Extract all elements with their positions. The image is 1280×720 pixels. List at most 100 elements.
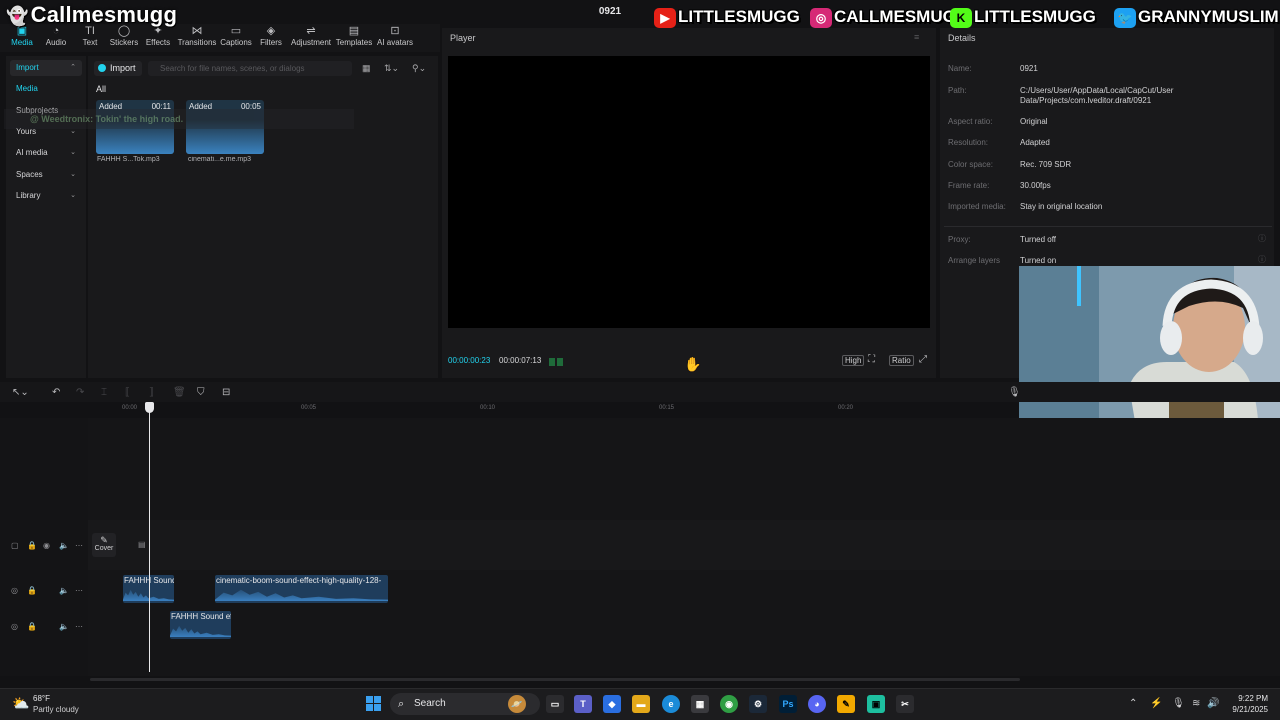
main-video-track[interactable] [88, 520, 1280, 570]
microphone-icon[interactable]: 🎙 [1008, 387, 1021, 398]
player-viewport[interactable] [448, 56, 930, 328]
cover-button[interactable]: ✎ Cover [92, 533, 116, 557]
weather-temperature[interactable]: 68°F [33, 694, 50, 703]
audio-clip[interactable]: cinematic-boom-sound-effect-high-quality… [215, 575, 388, 603]
track-visibility-icon[interactable]: ▢ [11, 541, 19, 550]
weather-description[interactable]: Partly cloudy [33, 705, 79, 714]
info-icon[interactable]: ⓘ [1258, 254, 1266, 265]
app-icon[interactable]: ▣ [867, 695, 885, 713]
detail-key: Arrange layers [948, 256, 1001, 265]
more-icon[interactable]: ⋯ [75, 586, 83, 595]
undo-icon[interactable]: ↶ [52, 387, 60, 398]
capcut-icon[interactable]: ✂ [896, 695, 914, 713]
wifi-icon[interactable]: ≋ [1192, 698, 1200, 709]
instagram-icon: ◎ [810, 7, 832, 28]
audio-meter [549, 358, 565, 366]
file-explorer-icon[interactable]: ▬ [632, 695, 650, 713]
import-button[interactable]: Import [94, 61, 142, 76]
project-title: 0921 [598, 6, 622, 17]
microphone-icon[interactable]: 🎙 [1172, 698, 1185, 709]
chevron-down-icon: ⌄ [70, 149, 76, 156]
detail-key: Path: [948, 86, 967, 95]
playhead-handle[interactable] [145, 402, 154, 413]
delete-icon[interactable]: 🗑 [173, 387, 186, 398]
detail-key: Aspect ratio: [948, 117, 993, 126]
timeline-scrollbar[interactable] [90, 678, 1020, 681]
lock-icon[interactable]: 🔒 [27, 622, 37, 631]
clip-label: FAHHH Sound ef [171, 612, 231, 621]
steam-icon[interactable]: ⚙ [749, 695, 767, 713]
media-search-input[interactable] [148, 61, 352, 76]
playhead[interactable] [149, 404, 150, 672]
ruler-tick: 00:05 [301, 405, 317, 411]
audio-clip[interactable]: FAHHH Sound ef [170, 611, 231, 639]
teams-icon[interactable]: T [574, 695, 592, 713]
snapchat-icon: 👻 [6, 6, 29, 26]
volume-icon[interactable]: 🔊 [1207, 698, 1219, 709]
clock-date[interactable]: 9/21/2025 [1224, 705, 1268, 714]
tool-ai-avatars[interactable]: ⊡ AI avatars [374, 24, 416, 52]
tool-transitions[interactable]: ⋈ Transitions [176, 24, 218, 52]
tool-adjustment[interactable]: ⇌ Adjustment [290, 24, 332, 52]
saturn-icon: 🪐 [508, 695, 526, 713]
sidebar-item-spaces[interactable]: Spaces ⌄ [10, 167, 82, 183]
split-right-icon[interactable]: ⟧ [149, 387, 154, 398]
chrome-icon[interactable]: ◉ [720, 695, 738, 713]
sidebar-item-media[interactable]: Media [10, 81, 82, 97]
task-view-icon[interactable]: ▭ [546, 695, 564, 713]
eye-icon[interactable]: ◉ [43, 541, 50, 550]
captions-pro-icon[interactable]: ⊟ [222, 387, 230, 398]
sidebar-item-ai-media[interactable]: AI media ⌄ [10, 145, 82, 161]
more-icon[interactable]: ⋯ [75, 541, 83, 550]
menu-icon[interactable]: ≡ [914, 32, 919, 42]
waveform [215, 589, 388, 601]
split-left-icon[interactable]: ⟦ [125, 387, 130, 398]
zoom-fit-icon[interactable]: ⛶ [868, 354, 875, 365]
grid-view-icon[interactable]: ▦ [362, 61, 371, 76]
photoshop-icon[interactable]: Ps [779, 695, 797, 713]
player-title: Player [450, 33, 476, 43]
ai-avatars-icon: ⊡ [390, 25, 400, 37]
app-icon[interactable]: ✎ [837, 695, 855, 713]
select-tool-icon[interactable]: ↖⌄ [12, 387, 29, 398]
chevron-up-icon[interactable]: ⌃ [1129, 698, 1137, 709]
tool-templates[interactable]: ▤ Templates [334, 24, 374, 52]
lock-icon[interactable]: 🔒 [27, 586, 37, 595]
redo-icon[interactable]: ↷ [76, 387, 84, 398]
film-icon: ▤ [138, 540, 146, 549]
more-icon[interactable]: ⋯ [75, 622, 83, 631]
copilot-icon[interactable]: ◆ [603, 695, 621, 713]
hand-cursor-icon: ✋ [684, 356, 702, 372]
info-icon[interactable]: ⓘ [1258, 233, 1266, 244]
tool-effects[interactable]: ✦ Effects [138, 24, 178, 52]
clock-time[interactable]: 9:22 PM [1224, 694, 1268, 703]
tool-captions[interactable]: ▭ Captions [216, 24, 256, 52]
discord-icon[interactable]: ◕ [808, 695, 826, 713]
fullscreen-icon[interactable]: ⤢ [919, 354, 927, 365]
detail-proxy-value: Turned off [1020, 235, 1057, 244]
marker-icon[interactable]: ⛉ [197, 387, 205, 398]
detail-imported-value: Stay in original location [1020, 202, 1103, 211]
media-sidebar: Import⌃ Media Subprojects Yours⌄ AI medi… [6, 56, 86, 378]
ratio-button[interactable]: Ratio [889, 355, 914, 366]
sort-icon[interactable]: ⇅⌄ [384, 61, 399, 76]
tool-filters[interactable]: ◈ Filters [251, 24, 291, 52]
filter-icon[interactable]: ⚲⌄ [412, 61, 426, 76]
speaker-icon[interactable]: 🔈 [59, 586, 69, 595]
sidebar-item-import[interactable]: Import ⌃ [10, 60, 82, 76]
weather-partly-cloudy-icon[interactable]: ⛅ [12, 695, 29, 712]
split-icon[interactable]: ⌶ [101, 387, 107, 398]
speaker-icon[interactable]: 🔈 [59, 541, 69, 550]
detail-aspect-value: Original [1020, 117, 1048, 126]
tab-all[interactable]: All [96, 84, 106, 94]
edge-icon[interactable]: e [662, 695, 680, 713]
windows-start-icon[interactable] [366, 696, 382, 712]
youtube-icon: ▶ [654, 7, 676, 28]
speaker-icon[interactable]: 🔈 [59, 622, 69, 631]
network-off-icon[interactable]: ⚡ [1150, 698, 1162, 709]
lock-icon[interactable]: 🔒 [27, 541, 37, 550]
sidebar-item-library[interactable]: Library ⌄ [10, 188, 82, 204]
store-icon[interactable]: ▦ [691, 695, 709, 713]
clip-name: cinemati...e.me.mp3 [188, 156, 252, 163]
quality-button[interactable]: High [842, 355, 865, 366]
